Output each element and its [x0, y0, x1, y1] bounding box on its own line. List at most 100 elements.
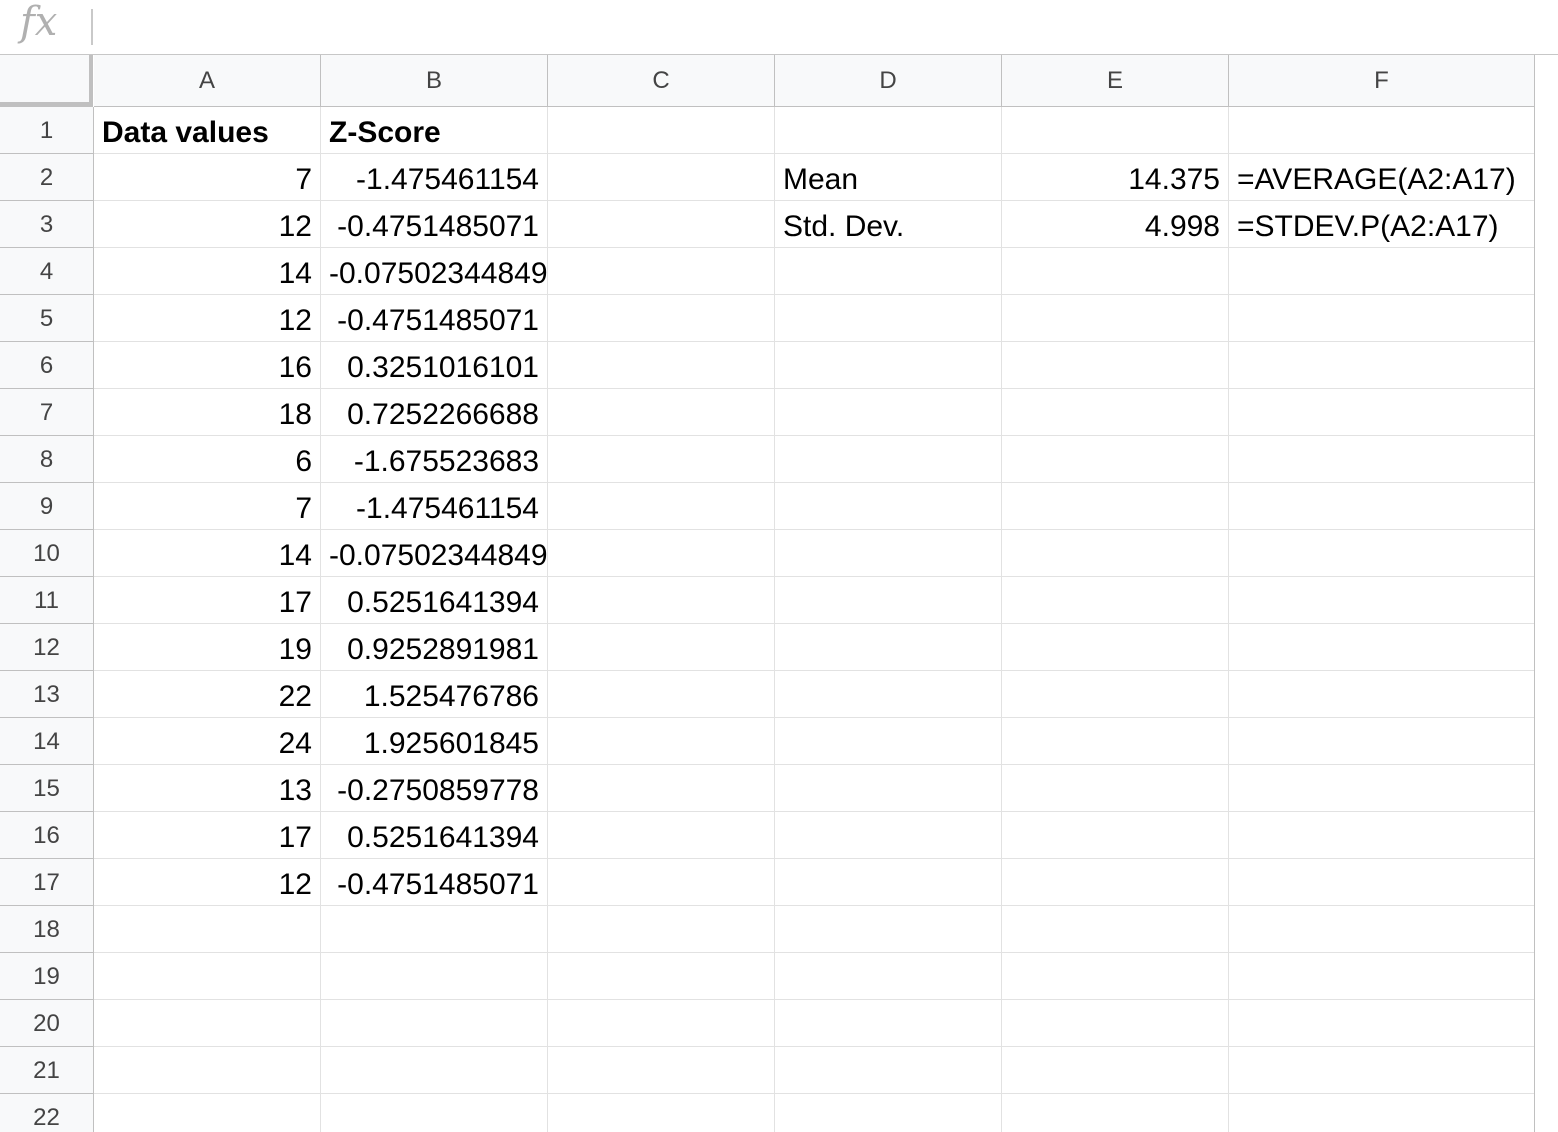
cell-b7[interactable]: 0.7252266688: [321, 389, 548, 436]
cell-d11[interactable]: [775, 577, 1002, 624]
cell-e18[interactable]: [1002, 906, 1229, 953]
row-header-22[interactable]: 22: [0, 1094, 94, 1132]
cell-b6[interactable]: 0.3251016101: [321, 342, 548, 389]
row-header-19[interactable]: 19: [0, 953, 94, 1000]
cell-b15[interactable]: -0.2750859778: [321, 765, 548, 812]
cell-a21[interactable]: [94, 1047, 321, 1094]
cell-d6[interactable]: [775, 342, 1002, 389]
cell-f8[interactable]: [1229, 436, 1535, 483]
row-header-1[interactable]: 1: [0, 107, 94, 154]
cell-f20[interactable]: [1229, 1000, 1535, 1047]
cell-d1[interactable]: [775, 107, 1002, 154]
cell-d20[interactable]: [775, 1000, 1002, 1047]
cell-d2[interactable]: Mean: [775, 154, 1002, 201]
cell-a19[interactable]: [94, 953, 321, 1000]
column-header-b[interactable]: B: [321, 55, 548, 107]
cell-c13[interactable]: [548, 671, 775, 718]
cell-d15[interactable]: [775, 765, 1002, 812]
cell-e3[interactable]: 4.998: [1002, 201, 1229, 248]
cell-d21[interactable]: [775, 1047, 1002, 1094]
cell-b21[interactable]: [321, 1047, 548, 1094]
cell-c4[interactable]: [548, 248, 775, 295]
cell-e4[interactable]: [1002, 248, 1229, 295]
cell-e20[interactable]: [1002, 1000, 1229, 1047]
cell-c5[interactable]: [548, 295, 775, 342]
cell-f13[interactable]: [1229, 671, 1535, 718]
cell-c21[interactable]: [548, 1047, 775, 1094]
cell-f14[interactable]: [1229, 718, 1535, 765]
cell-b14[interactable]: 1.925601845: [321, 718, 548, 765]
row-header-6[interactable]: 6: [0, 342, 94, 389]
cell-e8[interactable]: [1002, 436, 1229, 483]
cell-f3[interactable]: =STDEV.P(A2:A17): [1229, 201, 1535, 248]
cell-f4[interactable]: [1229, 248, 1535, 295]
row-header-9[interactable]: 9: [0, 483, 94, 530]
row-header-14[interactable]: 14: [0, 718, 94, 765]
cell-b17[interactable]: -0.4751485071: [321, 859, 548, 906]
row-header-2[interactable]: 2: [0, 154, 94, 201]
cell-f15[interactable]: [1229, 765, 1535, 812]
cell-b5[interactable]: -0.4751485071: [321, 295, 548, 342]
cell-e1[interactable]: [1002, 107, 1229, 154]
cell-e2[interactable]: 14.375: [1002, 154, 1229, 201]
cell-a14[interactable]: 24: [94, 718, 321, 765]
cell-a7[interactable]: 18: [94, 389, 321, 436]
cell-f10[interactable]: [1229, 530, 1535, 577]
cell-e22[interactable]: [1002, 1094, 1229, 1132]
cell-f18[interactable]: [1229, 906, 1535, 953]
cell-a2[interactable]: 7: [94, 154, 321, 201]
cell-c16[interactable]: [548, 812, 775, 859]
cell-d10[interactable]: [775, 530, 1002, 577]
cell-b3[interactable]: -0.4751485071: [321, 201, 548, 248]
cell-e7[interactable]: [1002, 389, 1229, 436]
cell-f5[interactable]: [1229, 295, 1535, 342]
cell-a16[interactable]: 17: [94, 812, 321, 859]
cell-a4[interactable]: 14: [94, 248, 321, 295]
cell-f22[interactable]: [1229, 1094, 1535, 1132]
cell-d7[interactable]: [775, 389, 1002, 436]
cell-e14[interactable]: [1002, 718, 1229, 765]
cell-b12[interactable]: 0.9252891981: [321, 624, 548, 671]
cell-c9[interactable]: [548, 483, 775, 530]
row-header-15[interactable]: 15: [0, 765, 94, 812]
row-header-5[interactable]: 5: [0, 295, 94, 342]
cell-d17[interactable]: [775, 859, 1002, 906]
cell-c14[interactable]: [548, 718, 775, 765]
cell-e16[interactable]: [1002, 812, 1229, 859]
cell-a18[interactable]: [94, 906, 321, 953]
cell-e6[interactable]: [1002, 342, 1229, 389]
cell-f17[interactable]: [1229, 859, 1535, 906]
cell-d19[interactable]: [775, 953, 1002, 1000]
cell-c15[interactable]: [548, 765, 775, 812]
cell-c1[interactable]: [548, 107, 775, 154]
cell-f6[interactable]: [1229, 342, 1535, 389]
cell-d5[interactable]: [775, 295, 1002, 342]
cell-c22[interactable]: [548, 1094, 775, 1132]
cell-b10[interactable]: -0.07502344849: [321, 530, 548, 577]
cell-b11[interactable]: 0.5251641394: [321, 577, 548, 624]
cell-a15[interactable]: 13: [94, 765, 321, 812]
cell-c19[interactable]: [548, 953, 775, 1000]
row-header-7[interactable]: 7: [0, 389, 94, 436]
cell-e9[interactable]: [1002, 483, 1229, 530]
cell-a20[interactable]: [94, 1000, 321, 1047]
cell-e13[interactable]: [1002, 671, 1229, 718]
cell-a11[interactable]: 17: [94, 577, 321, 624]
cell-b1[interactable]: Z-Score: [321, 107, 548, 154]
cell-d12[interactable]: [775, 624, 1002, 671]
row-header-16[interactable]: 16: [0, 812, 94, 859]
cell-d4[interactable]: [775, 248, 1002, 295]
cell-c3[interactable]: [548, 201, 775, 248]
row-header-17[interactable]: 17: [0, 859, 94, 906]
cell-a17[interactable]: 12: [94, 859, 321, 906]
cell-d16[interactable]: [775, 812, 1002, 859]
cell-c6[interactable]: [548, 342, 775, 389]
cell-b20[interactable]: [321, 1000, 548, 1047]
cell-a8[interactable]: 6: [94, 436, 321, 483]
cell-f7[interactable]: [1229, 389, 1535, 436]
cell-f16[interactable]: [1229, 812, 1535, 859]
column-header-a[interactable]: A: [94, 55, 321, 107]
cell-e5[interactable]: [1002, 295, 1229, 342]
cell-b8[interactable]: -1.675523683: [321, 436, 548, 483]
cell-c17[interactable]: [548, 859, 775, 906]
